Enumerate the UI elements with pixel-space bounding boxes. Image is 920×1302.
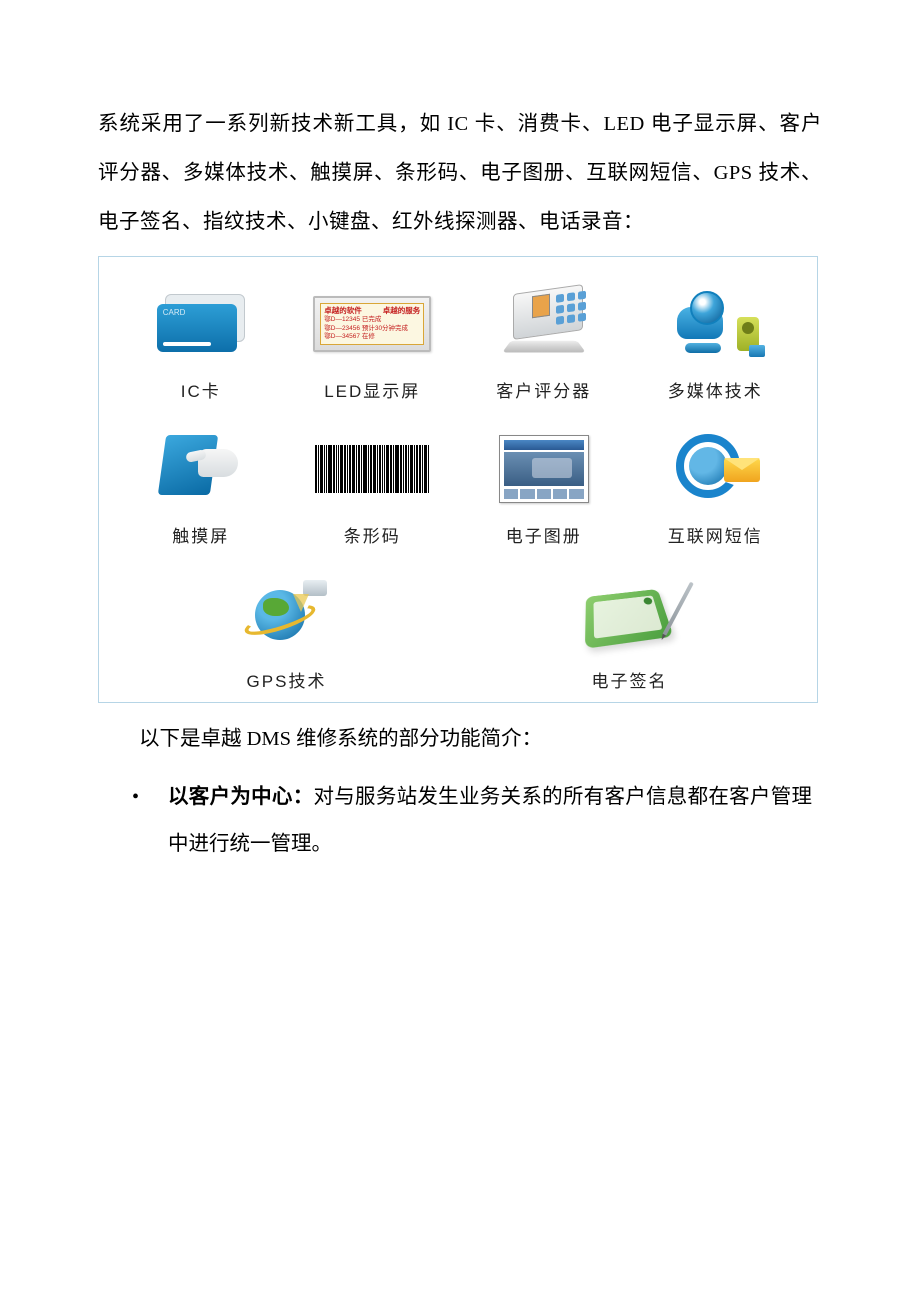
tech-item-rater: 客户评分器 <box>458 277 630 402</box>
tech-item-multimedia: 多媒体技术 <box>630 277 802 402</box>
rater-icon <box>458 277 630 371</box>
tech-item-netmail: 互联网短信 <box>630 422 802 547</box>
tech-item-ic-card: CARD IC卡 <box>115 277 287 402</box>
card-tag: CARD <box>163 308 237 317</box>
tech-label: GPS技术 <box>247 667 327 692</box>
tech-label: 电子图册 <box>506 522 582 547</box>
tech-item-album: 电子图册 <box>458 422 630 547</box>
led-header-right: 卓越的服务 <box>383 305 421 316</box>
tech-label: 触摸屏 <box>172 522 229 547</box>
bullet-text: 以客户为中心：对与服务站发生业务关系的所有客户信息都在客户管理中进行统一管理。 <box>168 774 812 868</box>
tech-label: 电子签名 <box>592 667 668 692</box>
touchscreen-icon <box>115 422 287 516</box>
tech-item-led: 卓越的软件 卓越的服务 鄂D—12345 已完成 鄂D—23456 预计30分钟… <box>287 277 459 402</box>
ic-card-icon: CARD <box>115 277 287 371</box>
tech-label: 客户评分器 <box>496 377 591 402</box>
led-line: 鄂D—34567 在修 <box>324 333 420 341</box>
tech-label: 互联网短信 <box>668 522 763 547</box>
barcode-icon <box>287 422 459 516</box>
technology-grid: CARD IC卡 卓越的软件 卓越的服务 鄂D—12345 已完成 鄂D—234… <box>98 256 818 703</box>
gps-icon <box>115 567 458 661</box>
esign-icon <box>458 567 801 661</box>
internet-mail-icon <box>630 422 802 516</box>
tech-label: 条形码 <box>344 522 401 547</box>
bullet-dot-icon: • <box>132 774 168 868</box>
tech-item-gps: GPS技术 <box>115 567 458 692</box>
tech-item-barcode: 条形码 <box>287 422 459 547</box>
tech-item-touch: 触摸屏 <box>115 422 287 547</box>
led-line: 鄂D—12345 已完成 <box>324 316 420 324</box>
tech-label: IC卡 <box>181 377 221 402</box>
multimedia-icon <box>630 277 802 371</box>
section-intro: 以下是卓越 DMS 维修系统的部分功能简介： <box>98 715 822 764</box>
led-header-left: 卓越的软件 <box>324 305 362 316</box>
tech-label: LED显示屏 <box>324 377 420 402</box>
led-sign-icon: 卓越的软件 卓越的服务 鄂D—12345 已完成 鄂D—23456 预计30分钟… <box>287 277 459 371</box>
album-icon <box>458 422 630 516</box>
feature-bullet: • 以客户为中心：对与服务站发生业务关系的所有客户信息都在客户管理中进行统一管理… <box>98 774 822 868</box>
bullet-bold: 以客户为中心： <box>168 786 313 808</box>
tech-label: 多媒体技术 <box>668 377 763 402</box>
tech-item-esign: 电子签名 <box>458 567 801 692</box>
intro-paragraph: 系统采用了一系列新技术新工具，如 IC 卡、消费卡、LED 电子显示屏、客户评分… <box>98 100 822 248</box>
